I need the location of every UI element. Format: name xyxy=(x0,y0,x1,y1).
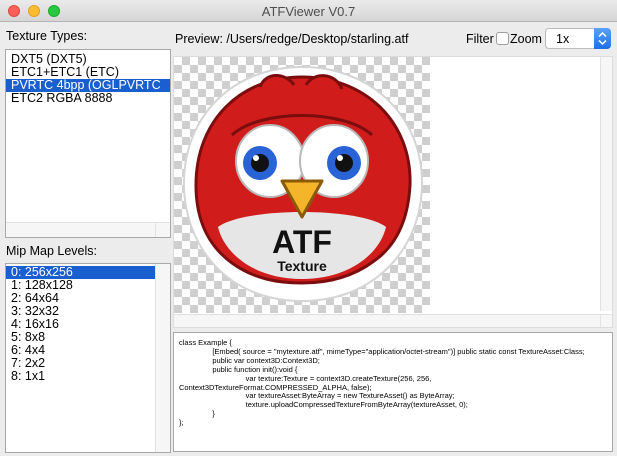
code-line: } xyxy=(179,409,215,419)
badge-text-atf: ATF xyxy=(272,224,332,260)
preview-label: Preview: xyxy=(175,32,223,46)
embed-code-text-area[interactable]: class Example { [Embed( source = "mytext… xyxy=(173,332,613,452)
mip-map-levels-list[interactable]: 0: 256x256 1: 128x128 2: 64x64 3: 32x32 4: 1… xyxy=(5,263,171,453)
preview-vertical-scrollbar[interactable] xyxy=(600,57,612,311)
mip-list-vertical-scrollbar[interactable] xyxy=(155,264,170,452)
zoom-select-value: 1x xyxy=(556,32,570,46)
code-line: }; xyxy=(179,418,184,428)
zoom-select-arrows[interactable] xyxy=(594,28,611,49)
texture-list-horizontal-scrollbar[interactable] xyxy=(6,222,170,237)
mip-map-levels-label: Mip Map Levels: xyxy=(6,244,98,258)
zoom-label: Zoom xyxy=(510,32,542,46)
preview-file-path: /Users/redge/Desktop/starling.atf xyxy=(226,32,409,46)
chevron-up-down-icon xyxy=(598,31,607,46)
zoom-select[interactable]: 1x xyxy=(545,28,611,49)
filter-label: Filter xyxy=(466,32,494,46)
preview-heading: Preview: /Users/redge/Desktop/starling.a… xyxy=(175,32,408,46)
texture-preview-panel: ATF Texture xyxy=(173,56,613,328)
mip-level-item-8[interactable]: 8: 1x1 xyxy=(6,370,170,383)
filter-checkbox[interactable] xyxy=(496,32,509,45)
badge-text-texture: Texture xyxy=(277,258,327,274)
title-bar: ATFViewer V0.7 xyxy=(0,0,617,22)
window-title: ATFViewer V0.7 xyxy=(261,4,356,19)
code-line: texture.uploadCompressedTextureFromByteA… xyxy=(179,400,468,410)
preview-horizontal-scrollbar[interactable] xyxy=(174,314,612,327)
texture-type-item-3[interactable]: ETC2 RGBA 8888 xyxy=(6,92,170,105)
texture-types-list[interactable]: DXT5 (DXT5) ETC1+ETC1 (ETC) PVRTC 4bpp (OG… xyxy=(5,49,171,238)
starling-bird-image: ATF Texture xyxy=(182,65,424,303)
texture-types-label: Texture Types: xyxy=(6,29,88,43)
